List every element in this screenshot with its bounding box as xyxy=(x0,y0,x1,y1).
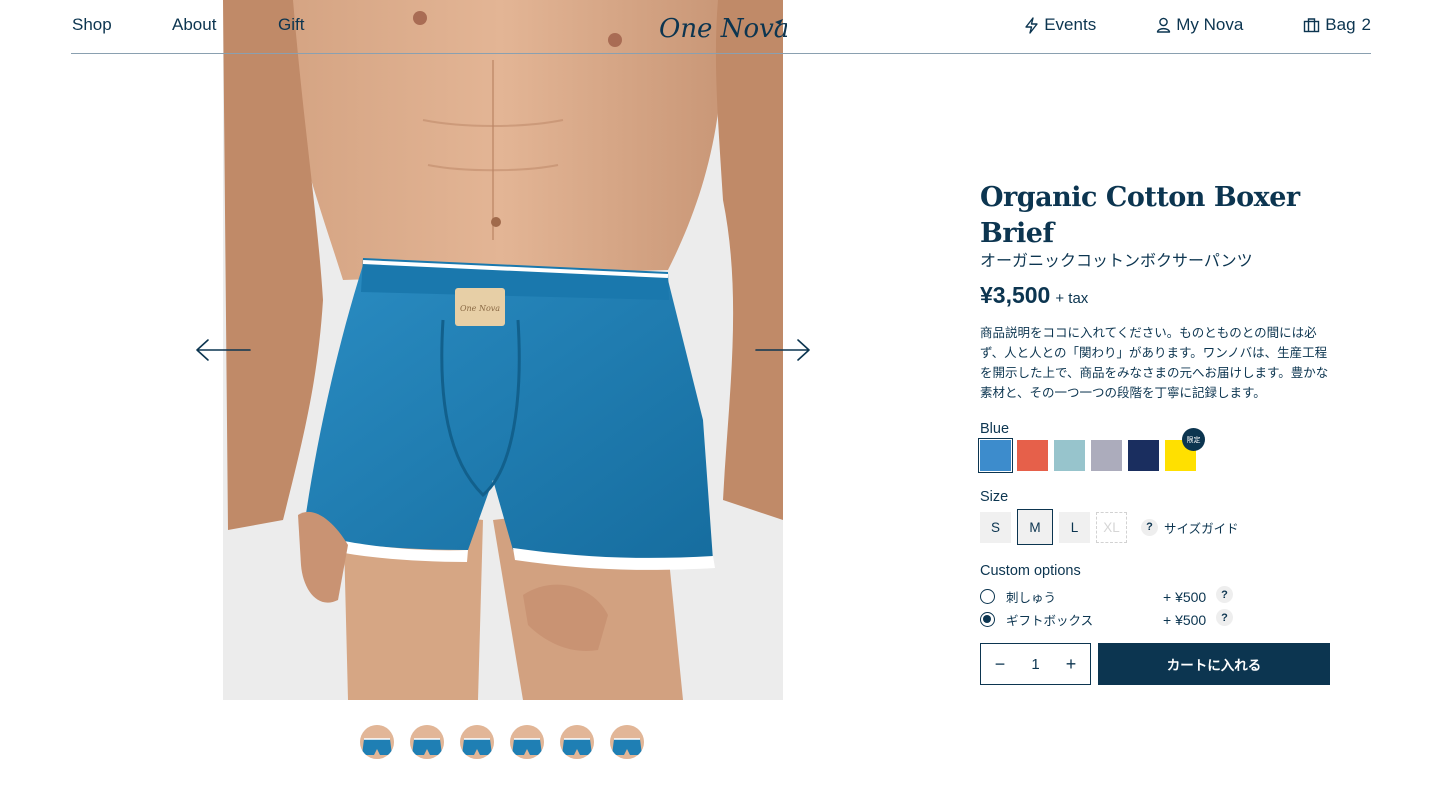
color-swatch-blue[interactable] xyxy=(978,438,1013,473)
lightning-icon xyxy=(1025,16,1038,34)
size-option-s[interactable]: S xyxy=(980,511,1011,543)
quantity-stepper: − 1 + xyxy=(980,643,1091,685)
custom-option-name: 刺しゅう xyxy=(1006,591,1057,605)
nav-about-link[interactable]: About xyxy=(172,15,278,35)
bag-label: Bag xyxy=(1325,15,1356,34)
add-to-cart-row: − 1 + カートに入れる xyxy=(980,643,1340,685)
tax-note: + tax xyxy=(1055,290,1089,307)
product-details: Organic Cotton Boxer Brief オーガニックコットンボクサ… xyxy=(978,180,1340,685)
events-link[interactable]: Events xyxy=(1024,15,1096,35)
decrease-quantity-button[interactable]: − xyxy=(993,654,1007,675)
thumbnail-strip xyxy=(360,725,660,759)
product-description: 商品説明をココに入れてください。ものとものとの間には必ず、人と人との「関わり」が… xyxy=(980,326,1329,400)
my-nova-label: My Nova xyxy=(1176,15,1244,34)
previous-image-arrow-icon[interactable] xyxy=(194,336,252,364)
size-option-xl: XL xyxy=(1096,511,1127,543)
secondary-nav: Events My Nova Bag 2 xyxy=(1024,15,1371,35)
custom-option-price: + ¥500 xyxy=(1163,588,1207,605)
color-swatch-grey[interactable] xyxy=(1091,440,1122,471)
custom-option-name: ギフトボックス xyxy=(1006,614,1094,628)
bag-link[interactable]: Bag 2 xyxy=(1303,15,1371,35)
help-icon[interactable]: ? xyxy=(1216,586,1233,603)
size-label: Size xyxy=(980,489,1009,505)
my-nova-link[interactable]: My Nova xyxy=(1156,15,1243,35)
size-options: S M L XL ? サイズガイド xyxy=(980,509,1340,545)
waistband-label-text: One Nova xyxy=(460,304,500,313)
user-icon xyxy=(1157,17,1171,33)
logo-text: One Nova xyxy=(659,14,787,44)
increase-quantity-button[interactable]: + xyxy=(1064,654,1078,675)
product-price: ¥3,500 xyxy=(980,282,1051,308)
site-header: Shop About Gift One Nova Events My Nova xyxy=(71,0,1371,54)
primary-nav: Shop About Gift xyxy=(72,15,304,35)
size-option-m[interactable]: M xyxy=(1017,509,1053,545)
product-subtitle: オーガニックコットンボクサーパンツ xyxy=(980,253,1253,270)
size-option-l[interactable]: L xyxy=(1059,511,1090,543)
gift-box-radio[interactable] xyxy=(980,612,995,627)
thumbnail-6[interactable] xyxy=(610,725,644,759)
size-guide-label: サイズガイド xyxy=(1164,521,1239,536)
thumbnail-1[interactable] xyxy=(360,725,394,759)
help-icon[interactable]: ? xyxy=(1216,609,1233,626)
model-photo-illustration: One Nova xyxy=(223,0,783,700)
price-row: ¥3,500 + tax xyxy=(980,282,1340,309)
next-image-arrow-icon[interactable] xyxy=(754,336,812,364)
events-label: Events xyxy=(1044,15,1097,34)
limited-edition-badge: 限定 xyxy=(1182,428,1205,451)
custom-options-label: Custom options xyxy=(980,563,1081,579)
shopping-bag-icon xyxy=(1304,18,1320,33)
product-main-image: One Nova xyxy=(223,0,783,700)
color-swatches: 限定 xyxy=(978,428,1340,473)
help-icon: ? xyxy=(1141,518,1158,536)
quantity-value[interactable]: 1 xyxy=(1031,656,1039,673)
thumbnail-3[interactable] xyxy=(460,725,494,759)
one-nova-logo[interactable]: One Nova xyxy=(657,10,787,44)
thumbnail-5[interactable] xyxy=(560,725,594,759)
color-swatch-navy[interactable] xyxy=(1128,440,1159,471)
thumbnail-4[interactable] xyxy=(510,725,544,759)
nav-shop-link[interactable]: Shop xyxy=(72,15,172,35)
bag-count-badge: 2 xyxy=(1361,15,1371,34)
color-swatch-light-teal[interactable] xyxy=(1054,440,1085,471)
embroidery-radio[interactable] xyxy=(980,589,995,604)
color-swatch-coral[interactable] xyxy=(1017,440,1048,471)
custom-option-gift-box[interactable]: ギフトボックス + ¥500 ? xyxy=(980,608,1340,631)
color-label: Blue xyxy=(980,421,1010,437)
thumbnail-2[interactable] xyxy=(410,725,444,759)
size-guide-link[interactable]: ? サイズガイド xyxy=(1141,518,1239,537)
product-title: Organic Cotton Boxer Brief xyxy=(980,182,1300,249)
add-to-cart-button[interactable]: カートに入れる xyxy=(1098,643,1330,685)
custom-options-list: 刺しゅう + ¥500 ? ギフトボックス + ¥500 ? xyxy=(980,585,1340,631)
nav-gift-link[interactable]: Gift xyxy=(278,15,304,35)
custom-option-embroidery[interactable]: 刺しゅう + ¥500 ? xyxy=(980,585,1340,608)
custom-option-price: + ¥500 xyxy=(1163,611,1207,628)
